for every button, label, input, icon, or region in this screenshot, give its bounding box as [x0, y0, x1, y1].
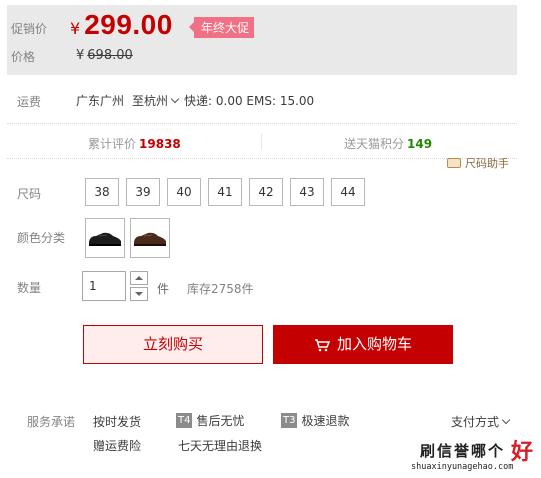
ship-from: 广东广州: [76, 94, 125, 108]
quantity-decrease-button[interactable]: [130, 287, 148, 301]
original-price-value: 698.00: [87, 48, 133, 63]
original-price: ¥698.00: [76, 48, 133, 63]
size-option-44[interactable]: 44: [331, 178, 365, 206]
ship-destination-selector[interactable]: 至杭州: [132, 92, 182, 109]
cart-icon: [314, 338, 330, 351]
stats-divider: [261, 134, 262, 150]
watermark-url: shuaxinyunagehao.com: [411, 462, 514, 472]
watermark: 刷信誉哪个 好 shuaxinyunagehao.com: [411, 439, 541, 478]
service-text: 按时发货: [93, 415, 142, 429]
original-currency-symbol: ¥: [76, 48, 85, 63]
ship-to: 至杭州: [132, 94, 169, 108]
review-count-value: 19838: [139, 137, 181, 151]
arrow-down-icon: [135, 292, 143, 296]
size-helper-label: 尺码助手: [465, 157, 509, 170]
points-label: 送天猫积分: [344, 137, 405, 151]
service-tag-t3: T3: [281, 413, 298, 428]
original-price-label: 价格: [11, 50, 36, 64]
add-to-cart-button[interactable]: 加入购物车: [273, 325, 453, 364]
black-shoe-icon: [89, 232, 121, 246]
stats-bar: 累计评价 19838 送天猫积分 149: [7, 123, 517, 159]
service-fast-refund[interactable]: T3 极速退款: [281, 412, 350, 429]
review-count[interactable]: 累计评价 19838: [88, 135, 181, 152]
service-text: 极速退款: [301, 414, 350, 428]
shipping-info: 广东广州 至杭州 快递: 0.00 EMS: 15.00: [76, 92, 314, 109]
arrow-up-icon: [135, 276, 143, 280]
size-options: 38 39 40 41 42 43 44: [85, 178, 372, 206]
size-helper-link[interactable]: 尺码助手: [447, 155, 509, 171]
chevron-down-icon: [501, 415, 511, 425]
service-on-time-delivery[interactable]: 按时发货: [93, 413, 141, 430]
promo-price-label: 促销价: [11, 22, 48, 36]
add-to-cart-label: 加入购物车: [336, 335, 412, 353]
service-tag-t4: T4: [176, 413, 193, 428]
size-option-41[interactable]: 41: [208, 178, 242, 206]
currency-symbol: ¥: [70, 19, 81, 38]
payment-methods-label: 支付方式: [451, 415, 500, 429]
promo-price: ¥ 299.00: [70, 9, 173, 41]
chevron-down-icon: [170, 94, 180, 104]
promo-badge: 年终大促: [188, 17, 255, 38]
watermark-text: 刷信誉哪个: [420, 442, 506, 460]
service-text: 售后无忧: [196, 414, 245, 428]
size-option-43[interactable]: 43: [290, 178, 324, 206]
brown-shoe-icon: [134, 232, 166, 246]
quantity-increase-button[interactable]: [130, 271, 148, 285]
points-value: 149: [407, 137, 433, 151]
color-option-brown-shoe[interactable]: [130, 218, 170, 258]
review-count-label: 累计评价: [88, 137, 137, 151]
stock-count: 库存2758件: [187, 282, 254, 296]
shipping-label: 运费: [17, 95, 42, 109]
service-text: 赠运费险: [93, 439, 142, 453]
size-option-40[interactable]: 40: [167, 178, 201, 206]
services-label: 服务承诺: [27, 415, 76, 429]
size-label: 尺码: [17, 187, 42, 201]
promo-price-value: 299.00: [84, 9, 173, 40]
service-text: 七天无理由退换: [178, 439, 263, 453]
ruler-icon: [447, 158, 461, 168]
size-option-39[interactable]: 39: [126, 178, 160, 206]
service-shipping-insurance[interactable]: 赠运费险: [93, 437, 141, 454]
payment-methods-dropdown[interactable]: 支付方式: [451, 413, 513, 430]
quantity-input[interactable]: [82, 271, 126, 301]
tmall-points: 送天猫积分 149: [344, 135, 432, 152]
shipping-fee: 快递: 0.00 EMS: 15.00: [184, 94, 315, 108]
color-label: 颜色分类: [17, 231, 66, 245]
buy-now-button[interactable]: 立刻购买: [83, 325, 263, 364]
color-options: [85, 218, 175, 258]
quantity-label: 数量: [17, 281, 42, 295]
service-after-sales[interactable]: T4 售后无忧: [176, 412, 245, 429]
quantity-unit: 件: [157, 282, 170, 296]
size-option-42[interactable]: 42: [249, 178, 283, 206]
size-option-38[interactable]: 38: [85, 178, 119, 206]
watermark-accent: 好: [511, 439, 534, 465]
color-option-black-shoe[interactable]: [85, 218, 125, 258]
service-seven-day-return[interactable]: 七天无理由退换: [178, 437, 262, 454]
